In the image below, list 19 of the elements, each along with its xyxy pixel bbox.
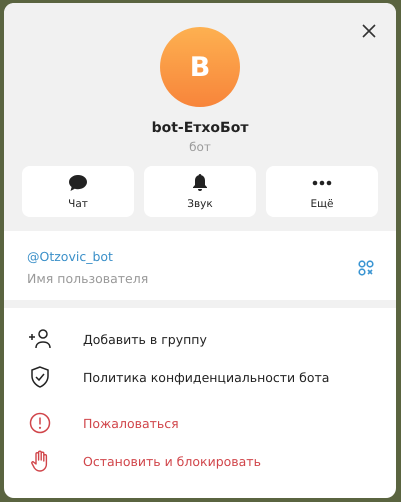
profile-name: bot-ЕтхоБот: [152, 120, 248, 136]
add-user-icon: [28, 329, 52, 349]
close-icon[interactable]: [360, 22, 378, 40]
action-button[interactable]: Чат: [22, 166, 134, 217]
menu-item[interactable]: Политика конфиденциальности бота: [4, 358, 396, 396]
username-label: Имя пользователя: [27, 271, 148, 286]
more-icon: [312, 180, 332, 186]
bell-icon: [191, 173, 209, 192]
menu-item[interactable]: Пожаловаться: [4, 404, 396, 442]
username-link[interactable]: @Otzovic_bot: [27, 249, 113, 264]
qr-code-icon[interactable]: [358, 260, 374, 276]
alert-circle-icon: [28, 412, 52, 434]
action-button[interactable]: Звук: [144, 166, 256, 217]
menu-item[interactable]: Добавить в группу: [4, 320, 396, 358]
menu-item[interactable]: Остановить и блокировать: [4, 442, 396, 480]
chat-bubble-icon: [68, 174, 88, 192]
avatar: B: [160, 27, 240, 107]
action-button[interactable]: Ещё: [266, 166, 378, 217]
profile-subtitle: бот: [189, 140, 211, 154]
